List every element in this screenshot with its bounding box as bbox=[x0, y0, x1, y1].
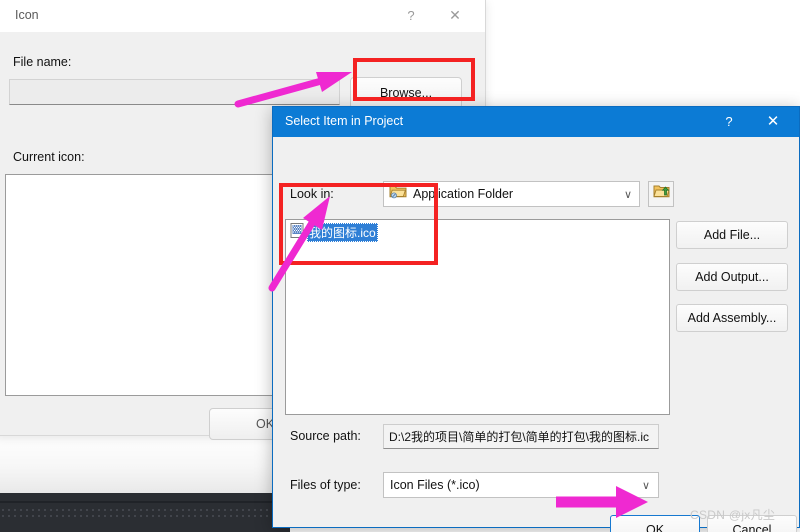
desktop-backdrop bbox=[0, 433, 290, 493]
chevron-down-icon: ∨ bbox=[641, 479, 651, 492]
file-name-label: File name: bbox=[13, 55, 72, 69]
file-list[interactable]: 我的图标.ico bbox=[285, 219, 670, 415]
file-name-input[interactable] bbox=[9, 79, 340, 105]
list-item-label: 我的图标.ico bbox=[307, 223, 378, 242]
close-icon[interactable]: ✕ bbox=[751, 107, 795, 137]
list-item[interactable]: 我的图标.ico bbox=[290, 222, 378, 243]
select-dialog-body: Look in: Application Folder ∨ 我的图标.ico A… bbox=[273, 137, 799, 532]
source-path-value: D:\2我的项目\简单的打包\简单的打包\我的图标.ic bbox=[389, 430, 650, 444]
select-dialog-title: Select Item in Project bbox=[285, 114, 404, 128]
cancel-button[interactable]: Cancel bbox=[707, 515, 797, 532]
select-item-dialog: Select Item in Project ? ✕ Look in: Appl… bbox=[272, 106, 800, 532]
add-assembly-button[interactable]: Add Assembly... bbox=[676, 304, 788, 332]
icon-dialog-title: Icon bbox=[15, 8, 39, 22]
up-one-level-icon bbox=[652, 184, 670, 204]
ico-file-icon bbox=[290, 222, 304, 243]
ok-button[interactable]: OK bbox=[610, 515, 700, 532]
look-in-value: Application Folder bbox=[413, 187, 514, 201]
look-in-dropdown[interactable]: Application Folder ∨ bbox=[383, 181, 640, 207]
up-one-level-button[interactable] bbox=[648, 181, 674, 207]
taskbar-texture bbox=[0, 507, 290, 519]
look-in-label: Look in: bbox=[290, 187, 334, 201]
source-path-field[interactable]: D:\2我的项目\简单的打包\简单的打包\我的图标.ic bbox=[383, 424, 659, 449]
taskbar-band bbox=[0, 501, 290, 503]
files-of-type-dropdown[interactable]: Icon Files (*.ico) ∨ bbox=[383, 472, 659, 498]
current-icon-label: Current icon: bbox=[13, 150, 85, 164]
screen-root: Icon ? ✕ File name: Browse... Current ic… bbox=[0, 0, 800, 532]
close-icon[interactable]: ✕ bbox=[433, 0, 477, 31]
add-output-button[interactable]: Add Output... bbox=[676, 263, 788, 291]
files-of-type-value: Icon Files (*.ico) bbox=[390, 478, 480, 492]
chevron-down-icon: ∨ bbox=[623, 188, 633, 201]
select-dialog-titlebar: Select Item in Project ? ✕ bbox=[273, 107, 799, 137]
icon-dialog-titlebar: Icon ? ✕ bbox=[0, 0, 485, 33]
source-path-label: Source path: bbox=[290, 429, 361, 443]
add-file-button[interactable]: Add File... bbox=[676, 221, 788, 249]
taskbar-strip bbox=[0, 493, 290, 532]
help-icon[interactable]: ? bbox=[389, 0, 433, 31]
folder-icon bbox=[389, 184, 407, 204]
help-icon[interactable]: ? bbox=[707, 107, 751, 137]
files-of-type-label: Files of type: bbox=[290, 478, 361, 492]
browse-button[interactable]: Browse... bbox=[350, 77, 462, 109]
